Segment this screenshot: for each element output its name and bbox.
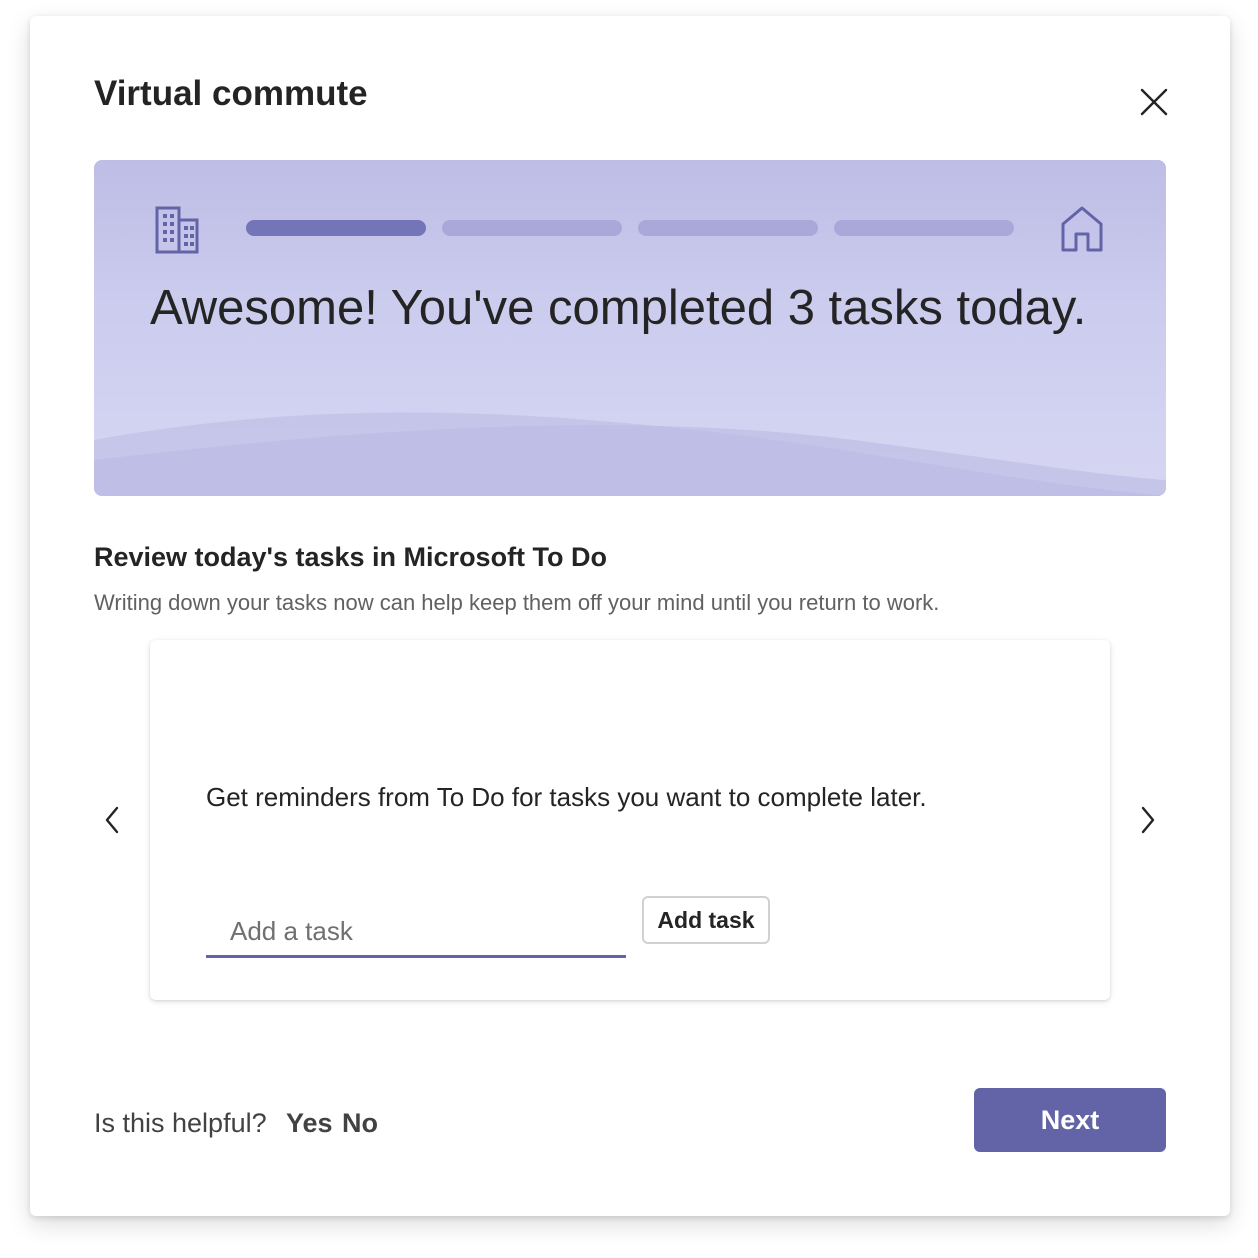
- progress-segment: [834, 220, 1014, 236]
- progress-segment: [246, 220, 426, 236]
- card-text: Get reminders from To Do for tasks you w…: [206, 782, 927, 812]
- progress-segment: [638, 220, 818, 236]
- close-button[interactable]: [1134, 82, 1174, 122]
- building-icon: [155, 206, 199, 254]
- section-heading: Review today's tasks in Microsoft To Do: [94, 542, 608, 572]
- commute-banner: Awesome! You've completed 3 tasks today.: [94, 160, 1166, 496]
- add-task-button[interactable]: Add task: [642, 896, 770, 944]
- next-button[interactable]: Next: [974, 1088, 1166, 1152]
- todo-card: Get reminders from To Do for tasks you w…: [150, 640, 1110, 1000]
- next-arrow-button[interactable]: [1130, 800, 1166, 840]
- helpful-no-link[interactable]: No: [342, 1106, 378, 1140]
- chevron-left-icon: [105, 806, 119, 834]
- add-task-input[interactable]: [206, 908, 626, 958]
- dialog-title: Virtual commute: [94, 74, 368, 113]
- section-subtext: Writing down your tasks now can help kee…: [94, 590, 940, 615]
- chevron-right-icon: [1141, 806, 1155, 834]
- progress-segment: [442, 220, 622, 236]
- close-icon: [1140, 88, 1168, 116]
- virtual-commute-dialog: Virtual commute Awesome! You've complete…: [30, 16, 1230, 1216]
- previous-arrow-button[interactable]: [94, 800, 130, 840]
- helpful-yes-link[interactable]: Yes: [286, 1106, 333, 1140]
- home-icon: [1061, 206, 1103, 252]
- helpful-question: Is this helpful?: [94, 1108, 267, 1138]
- banner-message: Awesome! You've completed 3 tasks today.: [150, 281, 1087, 335]
